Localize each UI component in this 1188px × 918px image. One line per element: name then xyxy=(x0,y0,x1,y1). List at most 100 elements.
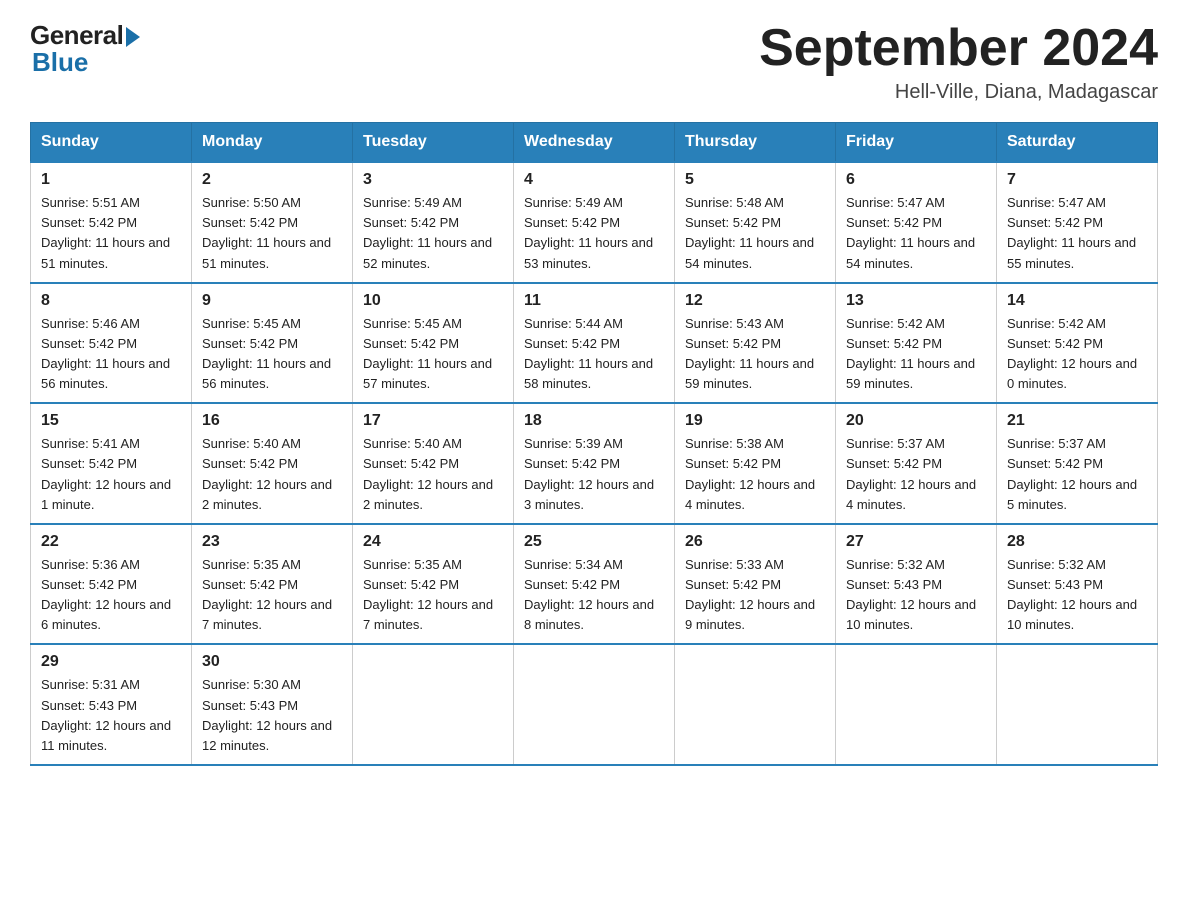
calendar-cell: 13 Sunrise: 5:42 AM Sunset: 5:42 PM Dayl… xyxy=(836,283,997,404)
day-number: 9 xyxy=(202,292,342,310)
calendar-cell: 10 Sunrise: 5:45 AM Sunset: 5:42 PM Dayl… xyxy=(353,283,514,404)
day-number: 19 xyxy=(685,412,825,430)
day-info: Sunrise: 5:38 AM Sunset: 5:42 PM Dayligh… xyxy=(685,434,825,515)
day-info: Sunrise: 5:35 AM Sunset: 5:42 PM Dayligh… xyxy=(363,555,503,636)
calendar-cell xyxy=(675,644,836,765)
calendar-cell: 4 Sunrise: 5:49 AM Sunset: 5:42 PM Dayli… xyxy=(514,162,675,283)
day-info: Sunrise: 5:50 AM Sunset: 5:42 PM Dayligh… xyxy=(202,193,342,274)
day-info: Sunrise: 5:49 AM Sunset: 5:42 PM Dayligh… xyxy=(524,193,664,274)
day-info: Sunrise: 5:37 AM Sunset: 5:42 PM Dayligh… xyxy=(1007,434,1147,515)
calendar-cell: 25 Sunrise: 5:34 AM Sunset: 5:42 PM Dayl… xyxy=(514,524,675,645)
day-number: 28 xyxy=(1007,533,1147,551)
day-number: 16 xyxy=(202,412,342,430)
calendar-cell: 7 Sunrise: 5:47 AM Sunset: 5:42 PM Dayli… xyxy=(997,162,1158,283)
day-info: Sunrise: 5:39 AM Sunset: 5:42 PM Dayligh… xyxy=(524,434,664,515)
calendar-week-row: 22 Sunrise: 5:36 AM Sunset: 5:42 PM Dayl… xyxy=(31,524,1158,645)
col-header-tuesday: Tuesday xyxy=(353,123,514,163)
calendar-cell: 30 Sunrise: 5:30 AM Sunset: 5:43 PM Dayl… xyxy=(192,644,353,765)
calendar-cell: 27 Sunrise: 5:32 AM Sunset: 5:43 PM Dayl… xyxy=(836,524,997,645)
day-info: Sunrise: 5:40 AM Sunset: 5:42 PM Dayligh… xyxy=(202,434,342,515)
day-number: 4 xyxy=(524,171,664,189)
day-number: 11 xyxy=(524,292,664,310)
calendar-cell: 18 Sunrise: 5:39 AM Sunset: 5:42 PM Dayl… xyxy=(514,403,675,524)
logo-arrow-icon xyxy=(126,27,140,47)
day-number: 24 xyxy=(363,533,503,551)
calendar-cell: 15 Sunrise: 5:41 AM Sunset: 5:42 PM Dayl… xyxy=(31,403,192,524)
page-header: General Blue September 2024 Hell-Ville, … xyxy=(30,20,1158,104)
calendar-cell: 26 Sunrise: 5:33 AM Sunset: 5:42 PM Dayl… xyxy=(675,524,836,645)
calendar-cell: 20 Sunrise: 5:37 AM Sunset: 5:42 PM Dayl… xyxy=(836,403,997,524)
calendar-title: September 2024 xyxy=(759,20,1158,77)
calendar-week-row: 1 Sunrise: 5:51 AM Sunset: 5:42 PM Dayli… xyxy=(31,162,1158,283)
day-number: 10 xyxy=(363,292,503,310)
day-info: Sunrise: 5:43 AM Sunset: 5:42 PM Dayligh… xyxy=(685,314,825,395)
calendar-cell: 12 Sunrise: 5:43 AM Sunset: 5:42 PM Dayl… xyxy=(675,283,836,404)
day-number: 30 xyxy=(202,653,342,671)
day-info: Sunrise: 5:36 AM Sunset: 5:42 PM Dayligh… xyxy=(41,555,181,636)
calendar-header-row: SundayMondayTuesdayWednesdayThursdayFrid… xyxy=(31,123,1158,163)
day-info: Sunrise: 5:32 AM Sunset: 5:43 PM Dayligh… xyxy=(846,555,986,636)
calendar-week-row: 29 Sunrise: 5:31 AM Sunset: 5:43 PM Dayl… xyxy=(31,644,1158,765)
title-block: September 2024 Hell-Ville, Diana, Madaga… xyxy=(759,20,1158,104)
day-number: 15 xyxy=(41,412,181,430)
day-info: Sunrise: 5:42 AM Sunset: 5:42 PM Dayligh… xyxy=(846,314,986,395)
calendar-cell: 19 Sunrise: 5:38 AM Sunset: 5:42 PM Dayl… xyxy=(675,403,836,524)
day-number: 18 xyxy=(524,412,664,430)
calendar-cell: 23 Sunrise: 5:35 AM Sunset: 5:42 PM Dayl… xyxy=(192,524,353,645)
day-number: 25 xyxy=(524,533,664,551)
day-info: Sunrise: 5:33 AM Sunset: 5:42 PM Dayligh… xyxy=(685,555,825,636)
day-number: 29 xyxy=(41,653,181,671)
day-info: Sunrise: 5:42 AM Sunset: 5:42 PM Dayligh… xyxy=(1007,314,1147,395)
day-info: Sunrise: 5:47 AM Sunset: 5:42 PM Dayligh… xyxy=(846,193,986,274)
day-number: 26 xyxy=(685,533,825,551)
col-header-saturday: Saturday xyxy=(997,123,1158,163)
col-header-sunday: Sunday xyxy=(31,123,192,163)
calendar-cell: 21 Sunrise: 5:37 AM Sunset: 5:42 PM Dayl… xyxy=(997,403,1158,524)
calendar-cell: 28 Sunrise: 5:32 AM Sunset: 5:43 PM Dayl… xyxy=(997,524,1158,645)
calendar-cell xyxy=(514,644,675,765)
day-number: 27 xyxy=(846,533,986,551)
day-info: Sunrise: 5:32 AM Sunset: 5:43 PM Dayligh… xyxy=(1007,555,1147,636)
calendar-table: SundayMondayTuesdayWednesdayThursdayFrid… xyxy=(30,122,1158,766)
calendar-cell: 3 Sunrise: 5:49 AM Sunset: 5:42 PM Dayli… xyxy=(353,162,514,283)
day-info: Sunrise: 5:51 AM Sunset: 5:42 PM Dayligh… xyxy=(41,193,181,274)
calendar-cell: 11 Sunrise: 5:44 AM Sunset: 5:42 PM Dayl… xyxy=(514,283,675,404)
calendar-cell: 2 Sunrise: 5:50 AM Sunset: 5:42 PM Dayli… xyxy=(192,162,353,283)
calendar-cell: 22 Sunrise: 5:36 AM Sunset: 5:42 PM Dayl… xyxy=(31,524,192,645)
day-info: Sunrise: 5:40 AM Sunset: 5:42 PM Dayligh… xyxy=(363,434,503,515)
day-number: 21 xyxy=(1007,412,1147,430)
col-header-wednesday: Wednesday xyxy=(514,123,675,163)
calendar-cell: 8 Sunrise: 5:46 AM Sunset: 5:42 PM Dayli… xyxy=(31,283,192,404)
day-number: 3 xyxy=(363,171,503,189)
day-number: 17 xyxy=(363,412,503,430)
calendar-location: Hell-Ville, Diana, Madagascar xyxy=(759,81,1158,104)
day-info: Sunrise: 5:37 AM Sunset: 5:42 PM Dayligh… xyxy=(846,434,986,515)
day-number: 13 xyxy=(846,292,986,310)
day-info: Sunrise: 5:35 AM Sunset: 5:42 PM Dayligh… xyxy=(202,555,342,636)
calendar-week-row: 15 Sunrise: 5:41 AM Sunset: 5:42 PM Dayl… xyxy=(31,403,1158,524)
calendar-cell: 14 Sunrise: 5:42 AM Sunset: 5:42 PM Dayl… xyxy=(997,283,1158,404)
day-info: Sunrise: 5:49 AM Sunset: 5:42 PM Dayligh… xyxy=(363,193,503,274)
day-number: 14 xyxy=(1007,292,1147,310)
day-info: Sunrise: 5:46 AM Sunset: 5:42 PM Dayligh… xyxy=(41,314,181,395)
calendar-cell xyxy=(353,644,514,765)
calendar-cell: 5 Sunrise: 5:48 AM Sunset: 5:42 PM Dayli… xyxy=(675,162,836,283)
calendar-cell: 29 Sunrise: 5:31 AM Sunset: 5:43 PM Dayl… xyxy=(31,644,192,765)
logo-blue-text: Blue xyxy=(32,47,88,78)
day-number: 7 xyxy=(1007,171,1147,189)
day-number: 6 xyxy=(846,171,986,189)
calendar-cell: 6 Sunrise: 5:47 AM Sunset: 5:42 PM Dayli… xyxy=(836,162,997,283)
day-info: Sunrise: 5:45 AM Sunset: 5:42 PM Dayligh… xyxy=(202,314,342,395)
calendar-cell: 1 Sunrise: 5:51 AM Sunset: 5:42 PM Dayli… xyxy=(31,162,192,283)
calendar-cell: 9 Sunrise: 5:45 AM Sunset: 5:42 PM Dayli… xyxy=(192,283,353,404)
logo: General Blue xyxy=(30,20,140,78)
day-number: 20 xyxy=(846,412,986,430)
day-info: Sunrise: 5:45 AM Sunset: 5:42 PM Dayligh… xyxy=(363,314,503,395)
calendar-cell xyxy=(836,644,997,765)
calendar-cell: 16 Sunrise: 5:40 AM Sunset: 5:42 PM Dayl… xyxy=(192,403,353,524)
col-header-friday: Friday xyxy=(836,123,997,163)
calendar-cell: 24 Sunrise: 5:35 AM Sunset: 5:42 PM Dayl… xyxy=(353,524,514,645)
day-number: 23 xyxy=(202,533,342,551)
day-info: Sunrise: 5:34 AM Sunset: 5:42 PM Dayligh… xyxy=(524,555,664,636)
calendar-week-row: 8 Sunrise: 5:46 AM Sunset: 5:42 PM Dayli… xyxy=(31,283,1158,404)
